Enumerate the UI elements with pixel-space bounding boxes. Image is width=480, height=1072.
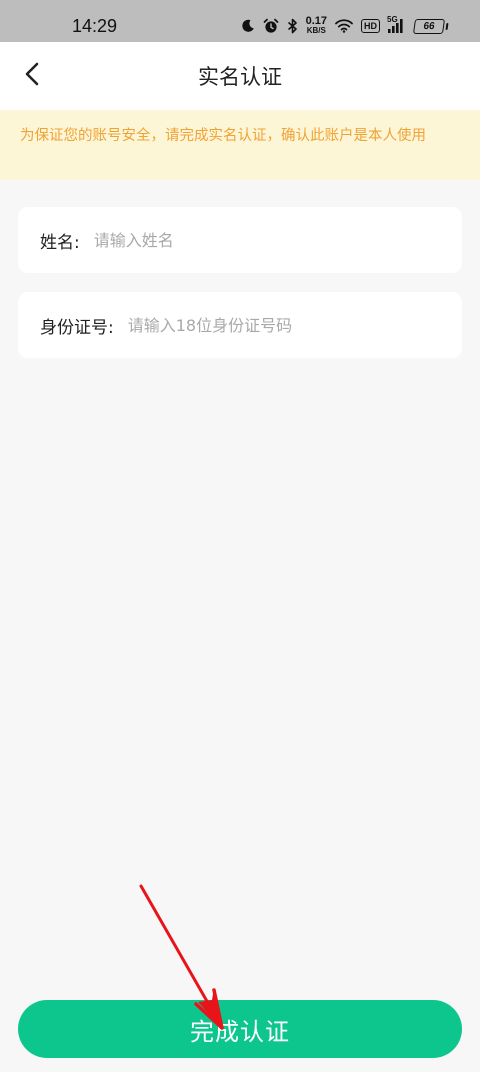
name-field-card: 姓名: <box>18 207 462 273</box>
network-speed: 0.17 KB/S <box>305 15 327 36</box>
signal-icon: 5G <box>387 15 406 34</box>
battery-icon: 66 <box>412 18 446 34</box>
status-bar: 14:29 0.17 KB/S HD 5G 66 <box>0 0 480 42</box>
name-label: 姓名: <box>40 232 80 253</box>
id-number-label: 身份证号: <box>40 317 114 338</box>
page-title: 实名认证 <box>198 65 282 89</box>
nav-bar: 实名认证 <box>0 42 480 110</box>
verification-notice: 为保证您的账号安全，请完成实名认证，确认此账户是本人使用 <box>0 110 480 180</box>
real-name-verification-page: 14:29 0.17 KB/S HD 5G 66 实名认证 为保证您的账号安全，… <box>0 0 480 1072</box>
hd-badge: HD <box>361 19 380 33</box>
network-type: 5G <box>387 15 398 24</box>
moon-icon <box>241 19 255 33</box>
wifi-icon <box>335 19 353 33</box>
id-number-input[interactable] <box>127 315 440 335</box>
bluetooth-icon <box>287 18 298 34</box>
network-speed-value: 0.17 <box>305 15 327 27</box>
name-input[interactable] <box>93 230 440 250</box>
alarm-icon <box>263 18 279 34</box>
status-time: 14:29 <box>72 16 118 36</box>
network-speed-unit: KB/S <box>306 26 326 35</box>
battery-level: 66 <box>422 20 436 32</box>
status-icons: 0.17 KB/S HD 5G 66 <box>241 12 446 40</box>
id-number-field-card: 身份证号: <box>18 292 462 358</box>
complete-verification-button[interactable]: 完成认证 <box>18 1000 462 1058</box>
